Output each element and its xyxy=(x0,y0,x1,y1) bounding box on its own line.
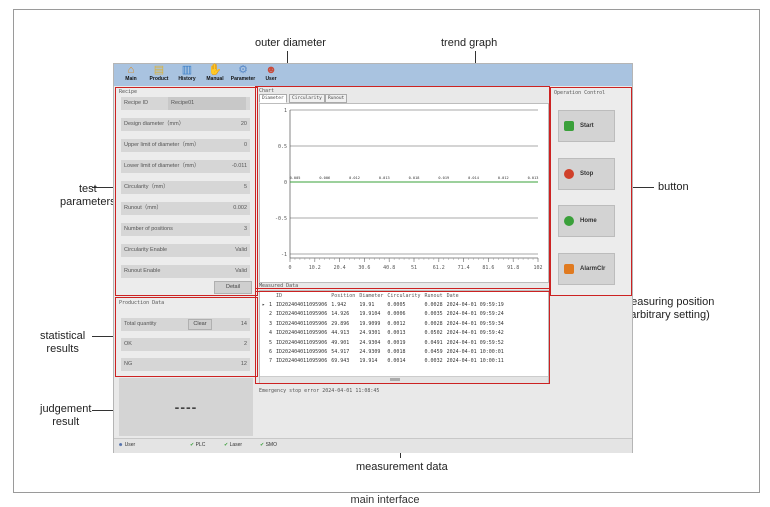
clear-button[interactable]: Clear xyxy=(188,319,212,330)
home-position-icon xyxy=(564,216,574,226)
manual-icon: ✋ xyxy=(208,64,222,76)
runout-enable-value[interactable]: Valid xyxy=(235,265,247,278)
design-diameter-value[interactable]: 20 xyxy=(241,118,247,131)
chart-highlight-box xyxy=(255,86,550,292)
callout-line-statistical xyxy=(92,336,114,337)
start-button[interactable]: Start xyxy=(558,110,615,142)
positions-value[interactable]: 3 xyxy=(244,223,247,236)
ng-row: NG 12 xyxy=(121,358,250,371)
user-icon: ☻ xyxy=(265,64,277,76)
status-laser: ✔ Laser xyxy=(224,442,243,448)
stop-button[interactable]: Stop xyxy=(558,158,615,190)
total-quantity-row: Total quantity Clear 14 xyxy=(121,318,250,331)
recipe-row-id: Recipe ID Recipe01 xyxy=(121,97,250,110)
callout-trend-graph: trend graph xyxy=(441,37,498,49)
production-panel: Production Data Total quantity Clear 14 … xyxy=(115,297,258,377)
figure-caption: main interface xyxy=(350,494,420,506)
judgement-panel: ---- xyxy=(119,378,253,436)
recipe-row-runout: Runout（mm） 0.002 xyxy=(121,202,250,215)
runout-value[interactable]: 0.002 xyxy=(233,202,247,215)
callout-measurement-data: measurement data xyxy=(356,461,448,473)
status-user: ☻ User xyxy=(118,442,136,448)
recipe-row-runout-enable: Runout Enable Valid xyxy=(121,265,250,278)
callout-statistical-results: statistical results xyxy=(40,330,86,355)
circularity-value[interactable]: 5 xyxy=(244,181,247,194)
toolbar: ⌂ Main ▤ Product ▥ History ✋ Manual ⚙ Pa… xyxy=(114,64,632,86)
circularity-enable-value[interactable]: Valid xyxy=(235,244,247,257)
table-highlight-box xyxy=(255,288,550,384)
check-icon: ✔ xyxy=(260,442,265,448)
callout-line-judgement xyxy=(92,410,114,411)
callout-button: button xyxy=(658,181,689,193)
callout-test-parameters: test parameters xyxy=(60,183,116,208)
recipe-title: Recipe xyxy=(119,89,138,95)
callout-judgement-result: judgement result xyxy=(40,403,92,428)
operation-title: Operation Control xyxy=(554,90,606,96)
recipe-row-lower-limit: Lower limit of diameter（mm） -0.011 xyxy=(121,160,250,173)
ng-count-value: 12 xyxy=(240,361,247,367)
status-smo: ✔ SMO xyxy=(260,442,277,448)
status-plc: ✔ PLC xyxy=(190,442,206,448)
stop-icon xyxy=(564,169,574,179)
recipe-id-value[interactable]: Recipe01 xyxy=(168,97,246,110)
recipe-panel: Recipe Recipe ID Recipe01 Design diamete… xyxy=(115,87,258,296)
lower-limit-value[interactable]: -0.011 xyxy=(232,160,247,173)
recipe-row-upper-limit: Upper limit of diameter（mm） 0 xyxy=(121,139,250,152)
toolbar-parameter-button[interactable]: ⚙ Parameter xyxy=(230,65,256,85)
toolbar-history-button[interactable]: ▥ History xyxy=(174,65,200,85)
check-icon: ✔ xyxy=(224,442,229,448)
alarm-clear-icon xyxy=(564,264,574,274)
parameter-icon: ⚙ xyxy=(238,64,248,76)
toolbar-user-button[interactable]: ☻ User xyxy=(258,65,284,85)
recipe-row-positions: Number of positions 3 xyxy=(121,223,250,236)
user-status-icon: ☻ xyxy=(118,442,124,448)
recipe-row-circularity-enable: Circularity Enable Valid xyxy=(121,244,250,257)
home-icon: ⌂ xyxy=(127,64,135,76)
product-icon: ▤ xyxy=(153,64,165,76)
callout-measuring-position: measuring position (arbitrary setting) xyxy=(622,296,715,321)
ok-count-value: 2 xyxy=(243,341,247,347)
detail-button[interactable]: Detail xyxy=(214,281,252,294)
recipe-row-design-diameter: Design diameter（mm） 20 xyxy=(121,118,250,131)
total-quantity-value: 14 xyxy=(240,321,247,327)
toolbar-product-button[interactable]: ▤ Product xyxy=(146,65,172,85)
recipe-id-label: Recipe ID xyxy=(124,100,149,106)
history-icon: ▥ xyxy=(181,64,193,76)
production-title: Production Data xyxy=(119,300,165,306)
upper-limit-value[interactable]: 0 xyxy=(244,139,247,152)
callout-outer-diameter: outer diameter xyxy=(255,37,326,49)
operation-panel: Operation Control Start Stop Home AlarmC… xyxy=(550,87,632,296)
status-message: Emergency stop error 2024-04-01 11:08:45 xyxy=(259,388,380,394)
callout-line-button xyxy=(631,187,654,188)
status-bar: ☻ User ✔ PLC ✔ Laser ✔ SMO xyxy=(114,438,632,453)
check-icon: ✔ xyxy=(190,442,195,448)
recipe-row-circularity: Circularity（mm） 5 xyxy=(121,181,250,194)
judgement-value: ---- xyxy=(174,399,198,415)
ok-row: OK 2 xyxy=(121,338,250,351)
toolbar-main-button[interactable]: ⌂ Main xyxy=(118,65,144,85)
toolbar-manual-button[interactable]: ✋ Manual xyxy=(202,65,228,85)
start-icon xyxy=(564,121,574,131)
home-button[interactable]: Home xyxy=(558,205,615,237)
alarm-clear-button[interactable]: AlarmClr xyxy=(558,253,615,285)
